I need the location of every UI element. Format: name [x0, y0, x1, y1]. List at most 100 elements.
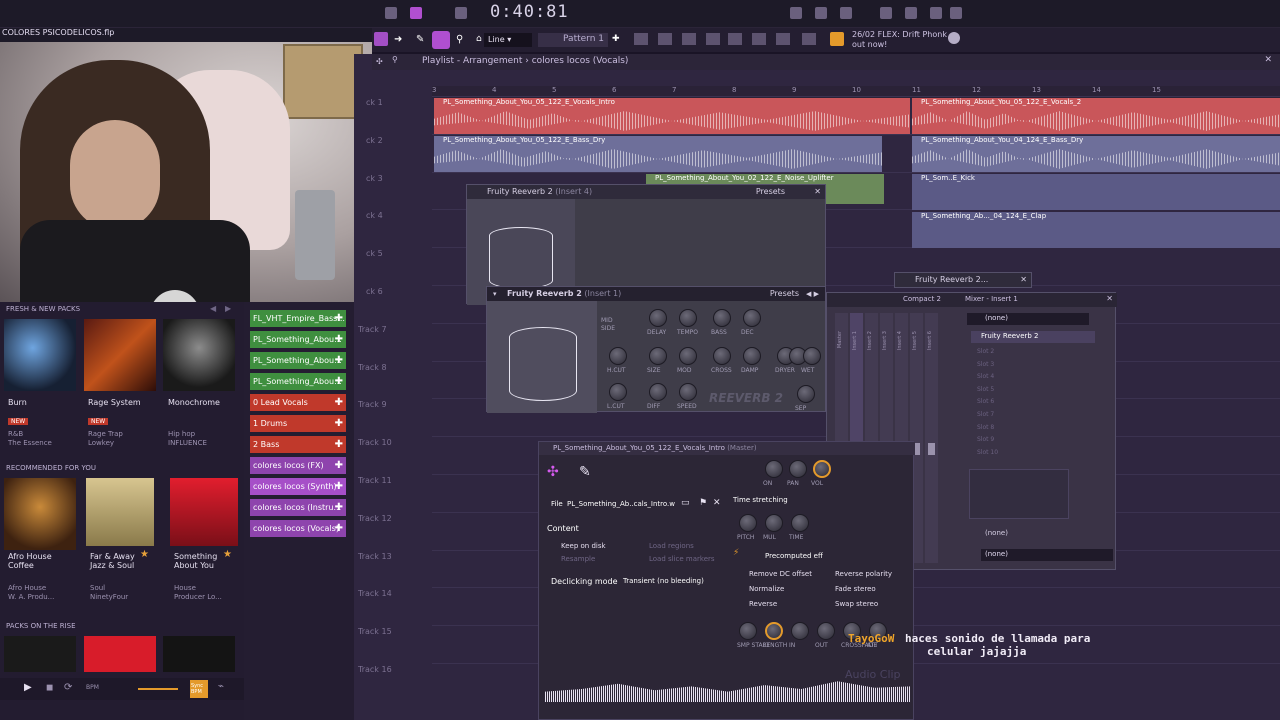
reverb-knob[interactable] — [679, 347, 697, 365]
plus-icon[interactable]: ✚ — [335, 457, 343, 474]
pack-cover-far-away[interactable] — [86, 478, 154, 546]
channel-rack-icon-2[interactable] — [682, 33, 696, 45]
plus-icon[interactable]: ✚ — [335, 436, 343, 453]
effect-slot[interactable]: Slot 4 — [977, 373, 994, 380]
collapse-icon[interactable]: ▾ — [493, 287, 497, 301]
plus-icon[interactable]: ✚ — [335, 310, 343, 327]
pack-cover-burn[interactable] — [4, 319, 76, 391]
waveform-tab-icon[interactable]: ✣ — [547, 464, 559, 480]
track-label[interactable]: ck 1 — [366, 98, 426, 107]
clip-knob[interactable] — [739, 514, 757, 532]
clip-knob[interactable] — [765, 622, 783, 640]
clip-option[interactable]: Reverse — [749, 600, 777, 608]
effect-slot[interactable]: Slot 6 — [977, 398, 994, 405]
clip-knob[interactable] — [739, 622, 757, 640]
pack-cover-3[interactable] — [163, 636, 235, 672]
pack-cover-rage-system[interactable] — [84, 319, 156, 391]
track-label[interactable]: ck 3 — [366, 174, 426, 183]
clip-knob[interactable] — [817, 622, 835, 640]
audio-clip[interactable]: PL_Something_About_You_05_122_E_Bass_Dry — [434, 136, 882, 172]
channel-button[interactable]: 2 Bass ✚ — [250, 436, 346, 453]
effect-slot[interactable]: Slot 8 — [977, 424, 994, 431]
pack-title[interactable]: Afro House Coffee — [8, 552, 68, 570]
mixer-icon[interactable] — [880, 7, 892, 19]
clip-knob[interactable] — [789, 460, 807, 478]
pattern-select[interactable]: Pattern 1 — [538, 33, 608, 47]
pack-title[interactable]: Something About You — [174, 552, 222, 570]
load-regions[interactable]: Load regions — [649, 542, 694, 550]
clip-option[interactable]: Normalize — [749, 585, 784, 593]
effect-slot-1[interactable]: Fruity Reeverb 2 — [971, 331, 1095, 343]
clip-option[interactable]: Remove DC offset — [749, 570, 812, 578]
resample[interactable]: Resample — [561, 555, 595, 563]
sync-bpm-button[interactable]: Sync BPM — [190, 680, 208, 698]
pack-cover-afro-house[interactable] — [4, 478, 76, 550]
clip-option[interactable]: Reverse polarity — [835, 570, 892, 578]
pack-title[interactable]: Far & Away Jazz & Soul — [90, 552, 142, 570]
stamp-icon[interactable]: ⚲ — [456, 34, 463, 45]
reverb-knob[interactable] — [609, 347, 627, 365]
effect-slot[interactable]: Slot 7 — [977, 411, 994, 418]
close-icon[interactable]: ✕ — [1264, 55, 1272, 65]
audio-clip[interactable]: PL_Som..E_Kick — [912, 174, 1280, 210]
effect-slot[interactable]: Slot 2 — [977, 348, 994, 355]
pattern-add-icon[interactable]: ✚ — [612, 34, 620, 44]
channel-button[interactable]: 1 Drums ✚ — [250, 415, 346, 432]
audio-clip[interactable]: PL_Something_About_You_04_124_E_Bass_Dry — [912, 136, 1280, 172]
mixer-strip[interactable]: Insert 6 — [925, 313, 938, 563]
reverb-knob[interactable] — [679, 383, 697, 401]
mixer-titlebar[interactable]: Compact 2 Mixer - Insert 1 ✕ — [827, 293, 1117, 307]
plugin-db-icon[interactable] — [776, 33, 790, 45]
reverb-window-small[interactable]: Fruity Reeverb 2... ✕ — [894, 272, 1032, 288]
browser-icon[interactable] — [950, 7, 962, 19]
track-label[interactable]: Track 8 — [358, 363, 418, 372]
effect-slot[interactable]: Slot 5 — [977, 386, 994, 393]
reverb-knob[interactable] — [649, 383, 667, 401]
tempo-icon[interactable] — [790, 7, 802, 19]
track-label[interactable]: Track 13 — [358, 552, 418, 561]
clip-knob[interactable] — [765, 514, 783, 532]
channel-rack-icon[interactable] — [905, 7, 917, 19]
wrench-icon[interactable]: ✎ — [579, 464, 591, 480]
plus-icon[interactable]: ✚ — [335, 415, 343, 432]
record-icon[interactable] — [410, 7, 422, 19]
track-label[interactable]: ck 2 — [366, 136, 426, 145]
reverb-knob[interactable] — [679, 309, 697, 327]
plus-icon[interactable]: ✚ — [335, 373, 343, 390]
pack-title[interactable]: Monochrome — [168, 398, 220, 407]
clip-knob[interactable] — [813, 460, 831, 478]
pack-cover-something-about-you[interactable] — [170, 478, 238, 546]
eq-display[interactable] — [969, 469, 1069, 519]
reverb-small-titlebar[interactable]: Fruity Reeverb 2... ✕ — [895, 273, 1031, 287]
channel-button[interactable]: PL_Something_Abou... ✚ — [250, 373, 346, 390]
arrow-right-icon[interactable]: ➜ — [394, 34, 402, 45]
reverb-knob[interactable] — [713, 309, 731, 327]
update-icon[interactable] — [948, 32, 960, 44]
track-label[interactable]: Track 11 — [358, 476, 418, 485]
mid-side-switch[interactable]: MID SIDE — [601, 317, 615, 333]
snap-select[interactable]: Line ▾ — [484, 33, 532, 47]
track-label[interactable]: Track 9 — [358, 400, 418, 409]
news-icon[interactable] — [830, 32, 844, 46]
magnet-icon[interactable] — [432, 31, 450, 49]
plus-icon[interactable]: ✚ — [335, 331, 343, 348]
pack-cover-catch-rhythm[interactable] — [84, 636, 156, 672]
pencil-icon[interactable]: ✎ — [416, 34, 424, 45]
audio-clip[interactable]: PL_Something_About_You_05_122_E_Vocals_2 — [912, 98, 1280, 134]
zoom-icon[interactable]: ⚲ — [392, 55, 398, 64]
star-icon[interactable]: ★ — [223, 549, 232, 560]
channel-button[interactable]: colores locos (Instru... ✚ — [250, 499, 346, 516]
input-select[interactable]: (none) — [985, 529, 1008, 537]
close-icon[interactable]: ✕ — [1020, 273, 1027, 287]
effect-slot[interactable]: Slot 10 — [977, 449, 998, 456]
declicking-select[interactable]: Transient (no bleeding) — [621, 575, 721, 588]
track-label[interactable]: Track 14 — [358, 589, 418, 598]
channel-button[interactable]: colores locos (FX) ✚ — [250, 457, 346, 474]
piano-roll-icon-2[interactable] — [658, 33, 672, 45]
track-label[interactable]: Track 16 — [358, 665, 418, 674]
reverb-titlebar[interactable]: ▾ Fruity Reeverb 2 (Insert 1) Presets ◀ … — [487, 287, 825, 301]
news-hint[interactable]: 26/02 FLEX: Drift Phonk out now! — [852, 30, 947, 50]
piano-roll-icon[interactable] — [930, 7, 942, 19]
play-icon[interactable] — [385, 7, 397, 19]
fader-handle[interactable] — [928, 443, 935, 455]
